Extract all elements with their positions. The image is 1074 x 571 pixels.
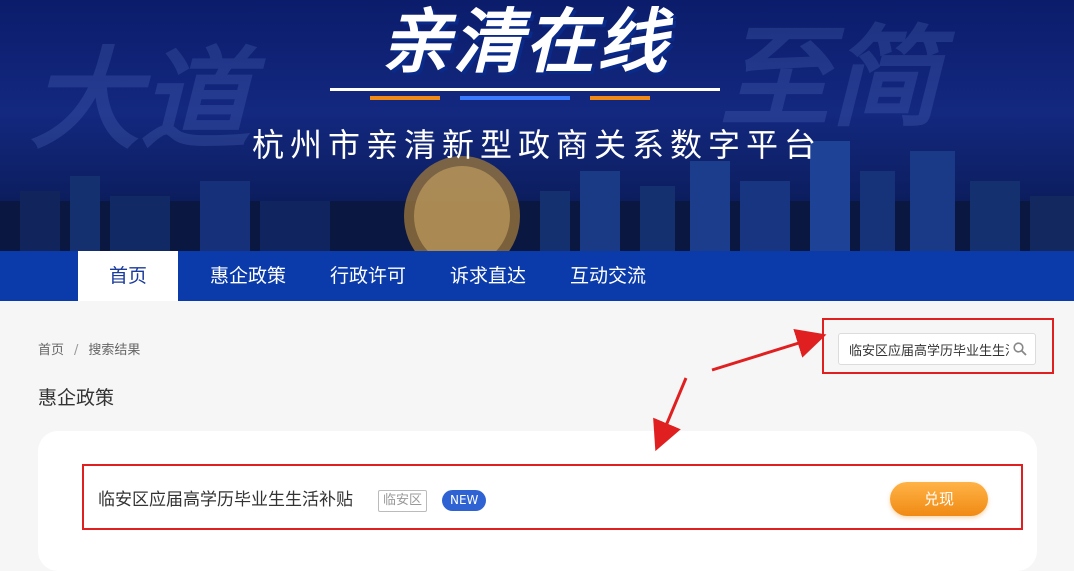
nav-item-permits[interactable]: 行政许可: [308, 251, 428, 301]
breadcrumb: 首页 / 搜索结果: [38, 339, 140, 358]
platform-logo-title: 亲清在线: [381, 1, 669, 83]
breadcrumb-home-link[interactable]: 首页: [38, 343, 64, 358]
main-nav: 首页 惠企政策 行政许可 诉求直达 互动交流: [0, 251, 1074, 301]
nav-item-appeals[interactable]: 诉求直达: [428, 251, 548, 301]
logo-underline-decoration: [330, 88, 720, 100]
breadcrumb-separator: /: [74, 343, 79, 358]
header-banner: 大道 至简 亲清在线 杭州市亲清新型政商关系数字平台: [0, 0, 1074, 251]
nav-item-home[interactable]: 首页: [78, 251, 178, 301]
platform-subtitle: 杭州市亲清新型政商关系数字平台: [251, 126, 822, 164]
annotation-box-search: [822, 318, 1054, 374]
breadcrumb-current: 搜索结果: [88, 343, 141, 358]
annotation-arrow-to-search: [711, 329, 827, 372]
nav-item-interaction[interactable]: 互动交流: [548, 251, 668, 301]
nav-item-policies[interactable]: 惠企政策: [188, 251, 308, 301]
section-title: 惠企政策: [38, 387, 115, 409]
annotation-box-result: [82, 464, 1023, 530]
